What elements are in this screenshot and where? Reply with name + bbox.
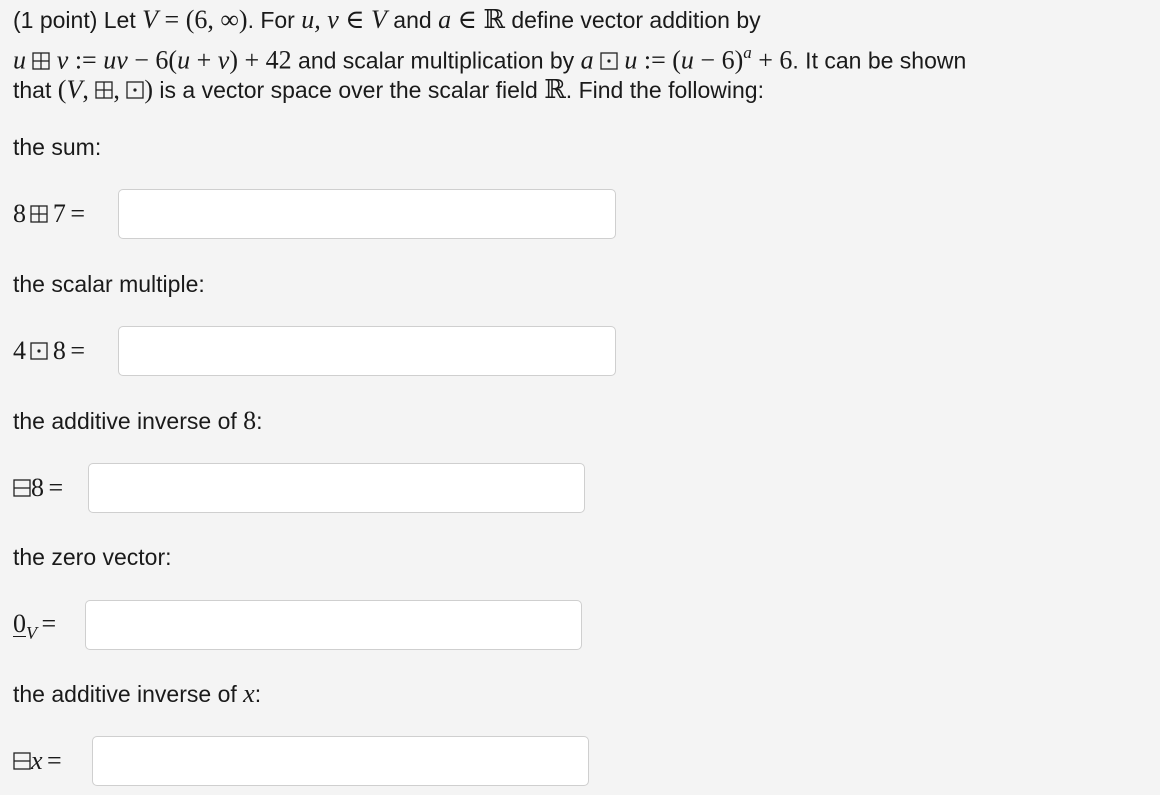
math-uv-prod: uv xyxy=(103,45,128,75)
question-expr-scalar: 4 8 = xyxy=(13,325,85,377)
math-zero: 0 xyxy=(13,609,26,638)
math-a2: a xyxy=(580,45,594,75)
math-eq: = xyxy=(158,5,186,34)
math-lhs-right: x xyxy=(31,746,43,775)
question-expr-zero: 0V = xyxy=(13,598,56,650)
for-text: . For xyxy=(247,7,295,33)
answer-input-scalar[interactable] xyxy=(118,326,616,376)
scalar-text: and scalar multiplication by xyxy=(291,47,581,74)
math-v: v xyxy=(56,45,69,75)
problem-line-3: that (V, , ) is a vector space over the … xyxy=(13,72,1153,107)
boxplus-icon xyxy=(95,81,113,99)
math-u4: u xyxy=(680,45,694,75)
math-reals: ℝ xyxy=(483,5,505,34)
vector-space-text: is a vector space over the scalar field xyxy=(153,77,545,103)
math-lhs-right: 8 xyxy=(31,473,44,502)
math-a: a xyxy=(438,5,452,34)
math-uv-list: u, v xyxy=(301,5,339,34)
problem-line-2: u v := uv − 6(u + v) + 42 and scalar mul… xyxy=(13,37,1153,75)
problem-statement: (1 point) Let V = (6, ∞). For u, v ∈ V a… xyxy=(13,2,1153,107)
math-assign2: := xyxy=(637,45,673,75)
math-plus-six: + 6 xyxy=(751,45,793,75)
math-label-value: x xyxy=(243,679,255,708)
find-following-text: . Find the following: xyxy=(565,77,764,103)
math-equals: = xyxy=(70,199,86,228)
question-label-scalar: the scalar multiple: xyxy=(13,271,205,297)
label-text: the additive inverse of xyxy=(13,681,244,707)
boxdot-icon xyxy=(30,342,49,360)
label-colon: : xyxy=(256,408,263,434)
question-label-inverse-x: the additive inverse of x: xyxy=(13,679,261,709)
problem-line-1: (1 point) Let V = (6, ∞). For u, v ∈ V a… xyxy=(13,2,1153,37)
math-minus-six2: − 6) xyxy=(693,45,744,75)
math-lhs-right: 8 xyxy=(52,336,66,365)
math-interval: (6, ∞) xyxy=(185,5,248,34)
that-text: that xyxy=(13,77,58,103)
math-lhs-left: 8 xyxy=(13,199,26,228)
boxdot-icon xyxy=(126,81,144,99)
math-in2: ∈ xyxy=(451,5,484,34)
math-comma: , xyxy=(82,75,96,104)
boxminus-icon xyxy=(13,479,31,497)
math-label-value: 8 xyxy=(243,406,257,435)
math-V: V xyxy=(142,5,159,34)
answer-input-inverse-8[interactable] xyxy=(88,463,585,513)
math-close-plus-42: ) + 42 xyxy=(229,45,292,75)
math-minus-six: − 6( xyxy=(127,45,178,75)
zero-vector-symbol: 0V xyxy=(13,598,37,652)
let-word: Let xyxy=(103,7,136,33)
math-u3: u xyxy=(624,45,638,75)
answer-input-inverse-x[interactable] xyxy=(92,736,589,786)
points-label: (1 point) xyxy=(13,7,98,33)
boxplus-icon xyxy=(32,52,51,70)
math-assign: := xyxy=(68,45,104,75)
math-exp-a: a xyxy=(743,43,752,62)
math-V2: V xyxy=(371,5,387,34)
boxdot-icon xyxy=(600,52,618,70)
math-u2: u xyxy=(177,45,191,75)
math-open: ( xyxy=(672,45,681,75)
question-expr-inverse-x: x = xyxy=(13,735,62,787)
math-v2: v xyxy=(217,45,230,75)
boxminus-icon xyxy=(13,752,31,770)
math-V3: V xyxy=(66,75,83,104)
label-colon: : xyxy=(254,681,262,707)
math-equals: = xyxy=(70,336,86,365)
math-equals: = xyxy=(41,609,57,638)
math-tuple-close: ) xyxy=(144,75,153,104)
math-zero-sub: V xyxy=(26,623,37,643)
math-equals: = xyxy=(47,746,62,775)
and-text: and xyxy=(386,7,439,33)
define-addition-text: define vector addition by xyxy=(504,7,761,33)
answer-input-zero[interactable] xyxy=(85,600,582,650)
math-in: ∈ xyxy=(338,5,372,34)
question-expr-inverse-8: 8 = xyxy=(13,462,63,514)
question-label-zero: the zero vector: xyxy=(13,544,172,570)
question-label-sum: the sum: xyxy=(13,134,102,160)
math-reals2: ℝ xyxy=(544,75,566,104)
question-label-inverse-8: the additive inverse of 8: xyxy=(13,406,263,436)
question-expr-sum: 8 7 = xyxy=(13,188,85,240)
label-text: the additive inverse of xyxy=(13,408,244,434)
math-u: u xyxy=(13,45,26,75)
math-lhs-left: 4 xyxy=(13,336,26,365)
boxplus-icon xyxy=(30,205,49,223)
math-comma2: , xyxy=(113,75,127,104)
math-lhs-right: 7 xyxy=(52,199,66,228)
math-equals: = xyxy=(48,473,64,502)
math-plus: + xyxy=(190,45,218,75)
answer-input-sum[interactable] xyxy=(118,189,616,239)
shown-text: . It can be shown xyxy=(792,47,967,74)
